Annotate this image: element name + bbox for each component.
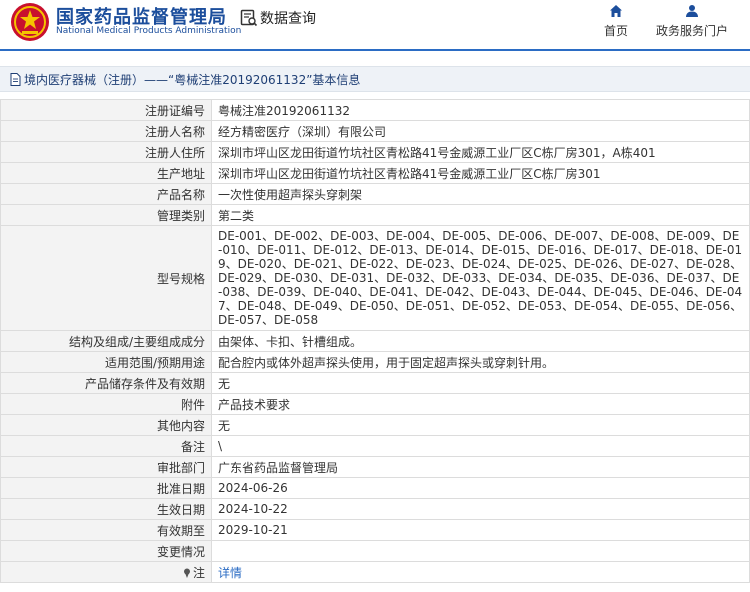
row-value: 产品技术要求 (211, 393, 750, 415)
row-label: 产品储存条件及有效期 (0, 372, 212, 394)
row-value-models: DE-001、DE-002、DE-003、DE-004、DE-005、DE-00… (211, 225, 750, 331)
table-row: 型号规格 DE-001、DE-002、DE-003、DE-004、DE-005、… (0, 225, 750, 331)
data-query-icon (240, 9, 258, 27)
user-icon (686, 5, 698, 17)
table-row: 注册人住所 深圳市坪山区龙田街道竹坑社区青松路41号金威源工业厂区C栋厂房301… (0, 141, 750, 163)
table-row: 产品名称 一次性使用超声探头穿刺架 (0, 183, 750, 205)
breadcrumb: 境内医疗器械（注册）——“粤械注准20192061132”基本信息 (0, 66, 750, 92)
nav-home[interactable]: 首页 (598, 4, 634, 39)
row-label: 管理类别 (0, 204, 212, 226)
row-value: 一次性使用超声探头穿刺架 (211, 183, 750, 205)
row-value: 第二类 (211, 204, 750, 226)
table-row: 其他内容 无 (0, 414, 750, 436)
row-value: 广东省药品监督管理局 (211, 456, 750, 478)
row-value: 2029-10-21 (211, 519, 750, 541)
row-value: 无 (211, 372, 750, 394)
row-label: 注册人名称 (0, 120, 212, 142)
table-row: 有效期至 2029-10-21 (0, 519, 750, 541)
table-row: 注 详情 (0, 561, 750, 583)
row-label: 有效期至 (0, 519, 212, 541)
nav-home-label: 首页 (603, 24, 628, 38)
table-row: 结构及组成/主要组成成分 由架体、卡扣、针槽组成。 (0, 330, 750, 352)
row-label: 其他内容 (0, 414, 212, 436)
row-value: 粤械注准20192061132 (211, 99, 750, 121)
table-row: 批准日期 2024-06-26 (0, 477, 750, 499)
row-label: 生效日期 (0, 498, 212, 520)
row-label: 结构及组成/主要组成成分 (0, 330, 212, 352)
table-row: 备注 \ (0, 435, 750, 457)
row-value: 详情 (211, 561, 750, 583)
data-query-label[interactable]: 数据查询 (260, 8, 316, 28)
table-row: 生效日期 2024-10-22 (0, 498, 750, 520)
row-label: 备注 (0, 435, 212, 457)
row-value (211, 540, 750, 562)
row-value: \ (211, 435, 750, 457)
breadcrumb-text: 境内医疗器械（注册）——“粤械注准20192061132”基本信息 (24, 73, 361, 87)
row-value: 2024-06-26 (211, 477, 750, 499)
row-value: 无 (211, 414, 750, 436)
registration-info-table: 注册证编号 粤械注准20192061132 注册人名称 经方精密医疗（深圳）有限… (0, 99, 750, 583)
row-value: 深圳市坪山区龙田街道竹坑社区青松路41号金威源工业厂区C栋厂房301 (211, 162, 750, 184)
row-value: 深圳市坪山区龙田街道竹坑社区青松路41号金威源工业厂区C栋厂房301，A栋401 (211, 141, 750, 163)
table-row: 生产地址 深圳市坪山区龙田街道竹坑社区青松路41号金威源工业厂区C栋厂房301 (0, 162, 750, 184)
table-row: 审批部门 广东省药品监督管理局 (0, 456, 750, 478)
row-value: 2024-10-22 (211, 498, 750, 520)
table-row: 附件 产品技术要求 (0, 393, 750, 415)
row-value: 由架体、卡扣、针槽组成。 (211, 330, 750, 352)
row-label: 适用范围/预期用途 (0, 351, 212, 373)
row-label: 产品名称 (0, 183, 212, 205)
row-value: 经方精密医疗（深圳）有限公司 (211, 120, 750, 142)
row-label: 注册证编号 (0, 99, 212, 121)
home-icon (610, 5, 622, 17)
note-label: 注 (192, 565, 205, 580)
row-label: 批准日期 (0, 477, 212, 499)
row-label: 变更情况 (0, 540, 212, 562)
row-label: 型号规格 (0, 225, 212, 331)
national-emblem-icon (11, 3, 49, 41)
pin-icon (183, 568, 190, 578)
site-subtitle: National Medical Products Administration (56, 26, 242, 36)
site-header: 国家药品监督管理局 National Medical Products Admi… (0, 0, 750, 51)
table-row: 注册人名称 经方精密医疗（深圳）有限公司 (0, 120, 750, 142)
row-label: 生产地址 (0, 162, 212, 184)
details-link[interactable]: 详情 (218, 566, 242, 580)
document-icon (10, 73, 21, 86)
table-row: 注册证编号 粤械注准20192061132 (0, 99, 750, 121)
table-row: 适用范围/预期用途 配合腔内或体外超声探头使用，用于固定超声探头或穿刺针用。 (0, 351, 750, 373)
table-row: 产品储存条件及有效期 无 (0, 372, 750, 394)
table-row: 变更情况 (0, 540, 750, 562)
row-value: 配合腔内或体外超声探头使用，用于固定超声探头或穿刺针用。 (211, 351, 750, 373)
nav-government-services[interactable]: 政务服务门户 (651, 4, 733, 39)
nav-government-services-label: 政务服务门户 (655, 24, 728, 38)
row-label-note: 注 (0, 561, 212, 583)
row-label: 附件 (0, 393, 212, 415)
row-label: 审批部门 (0, 456, 212, 478)
row-label: 注册人住所 (0, 141, 212, 163)
table-row: 管理类别 第二类 (0, 204, 750, 226)
